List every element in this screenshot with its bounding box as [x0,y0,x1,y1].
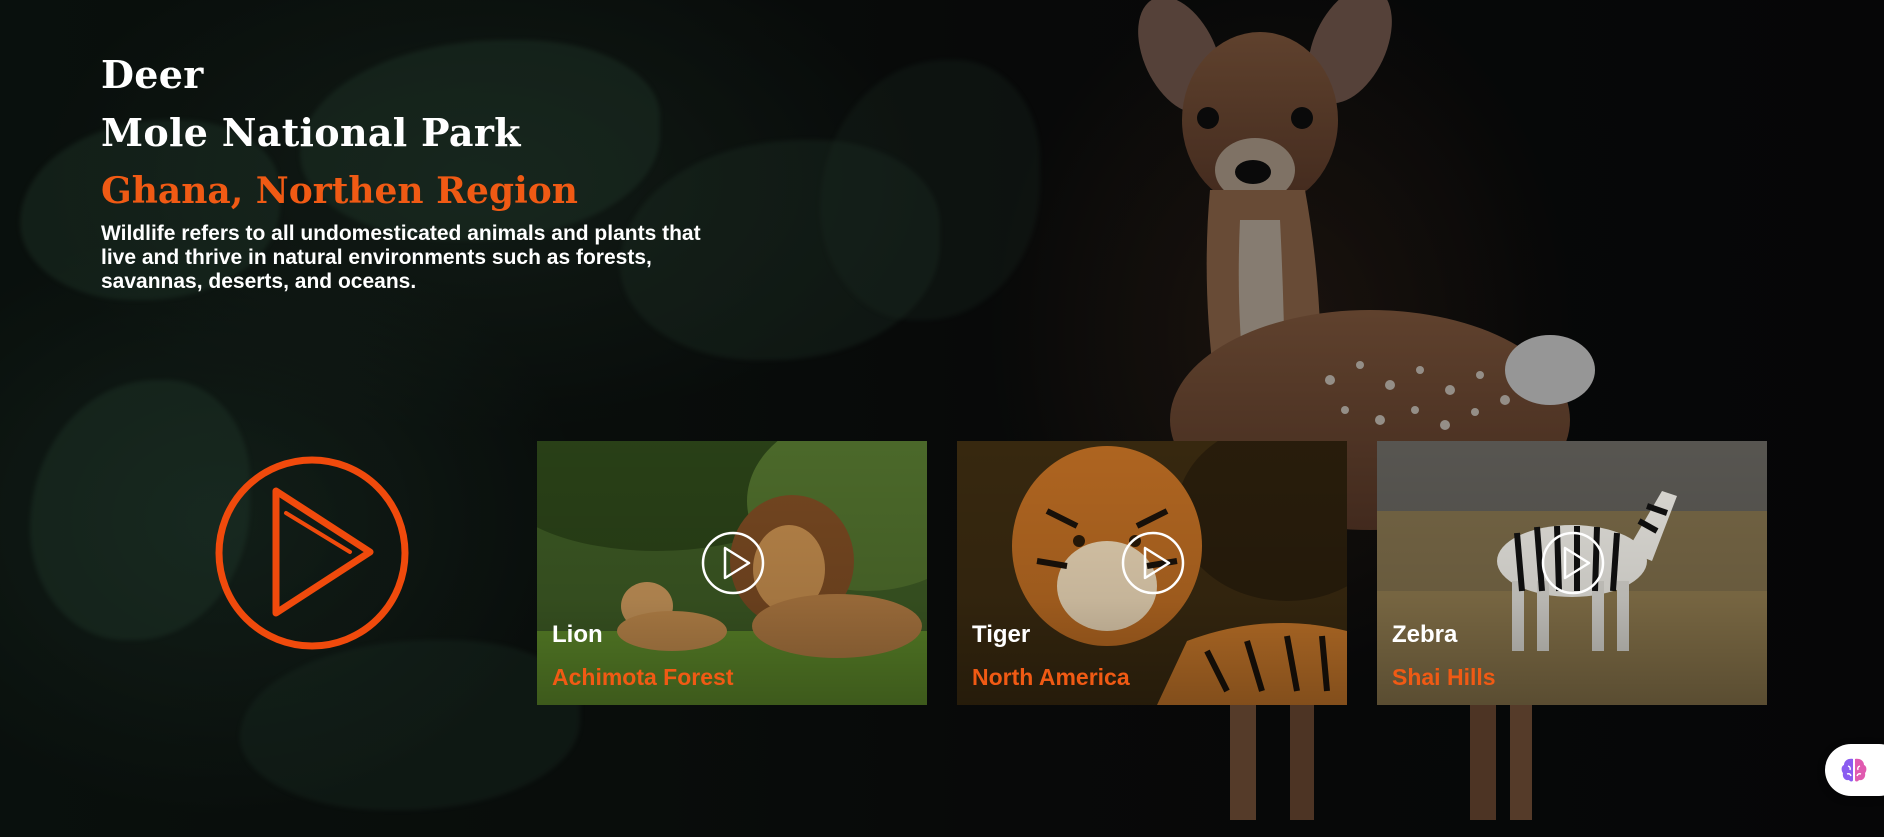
hero-subtitle: Ghana, Northen Region [101,170,578,212]
card-location: North America [972,664,1130,690]
video-card-zebra[interactable]: Zebra Shai Hills [1377,441,1767,705]
hero-text-block: Deer Mole National Park Ghana, Northen R… [101,46,741,294]
play-icon [701,531,765,595]
video-card-list: Lion Achimota Forest Tiger North America… [537,441,1767,705]
hero-title-line1: Deer [101,52,204,97]
hero-description: Wildlife refers to all undomesticated an… [101,222,701,293]
card-title: Lion [552,621,603,648]
video-card-tiger[interactable]: Tiger North America [957,441,1347,705]
video-card-lion[interactable]: Lion Achimota Forest [537,441,927,705]
card-title: Zebra [1392,621,1458,648]
main-play-button[interactable] [214,455,410,651]
card-title: Tiger [972,621,1031,648]
play-circle-icon [215,456,409,650]
card-location: Achimota Forest [552,664,734,690]
hero-title-line2: Mole National Park [101,110,521,155]
brain-icon [1841,758,1867,782]
assistant-button[interactable] [1825,744,1884,796]
hero-section: Deer Mole National Park Ghana, Northen R… [0,0,1884,837]
play-icon [1121,531,1185,595]
card-location: Shai Hills [1392,664,1496,690]
play-icon [1541,531,1605,595]
